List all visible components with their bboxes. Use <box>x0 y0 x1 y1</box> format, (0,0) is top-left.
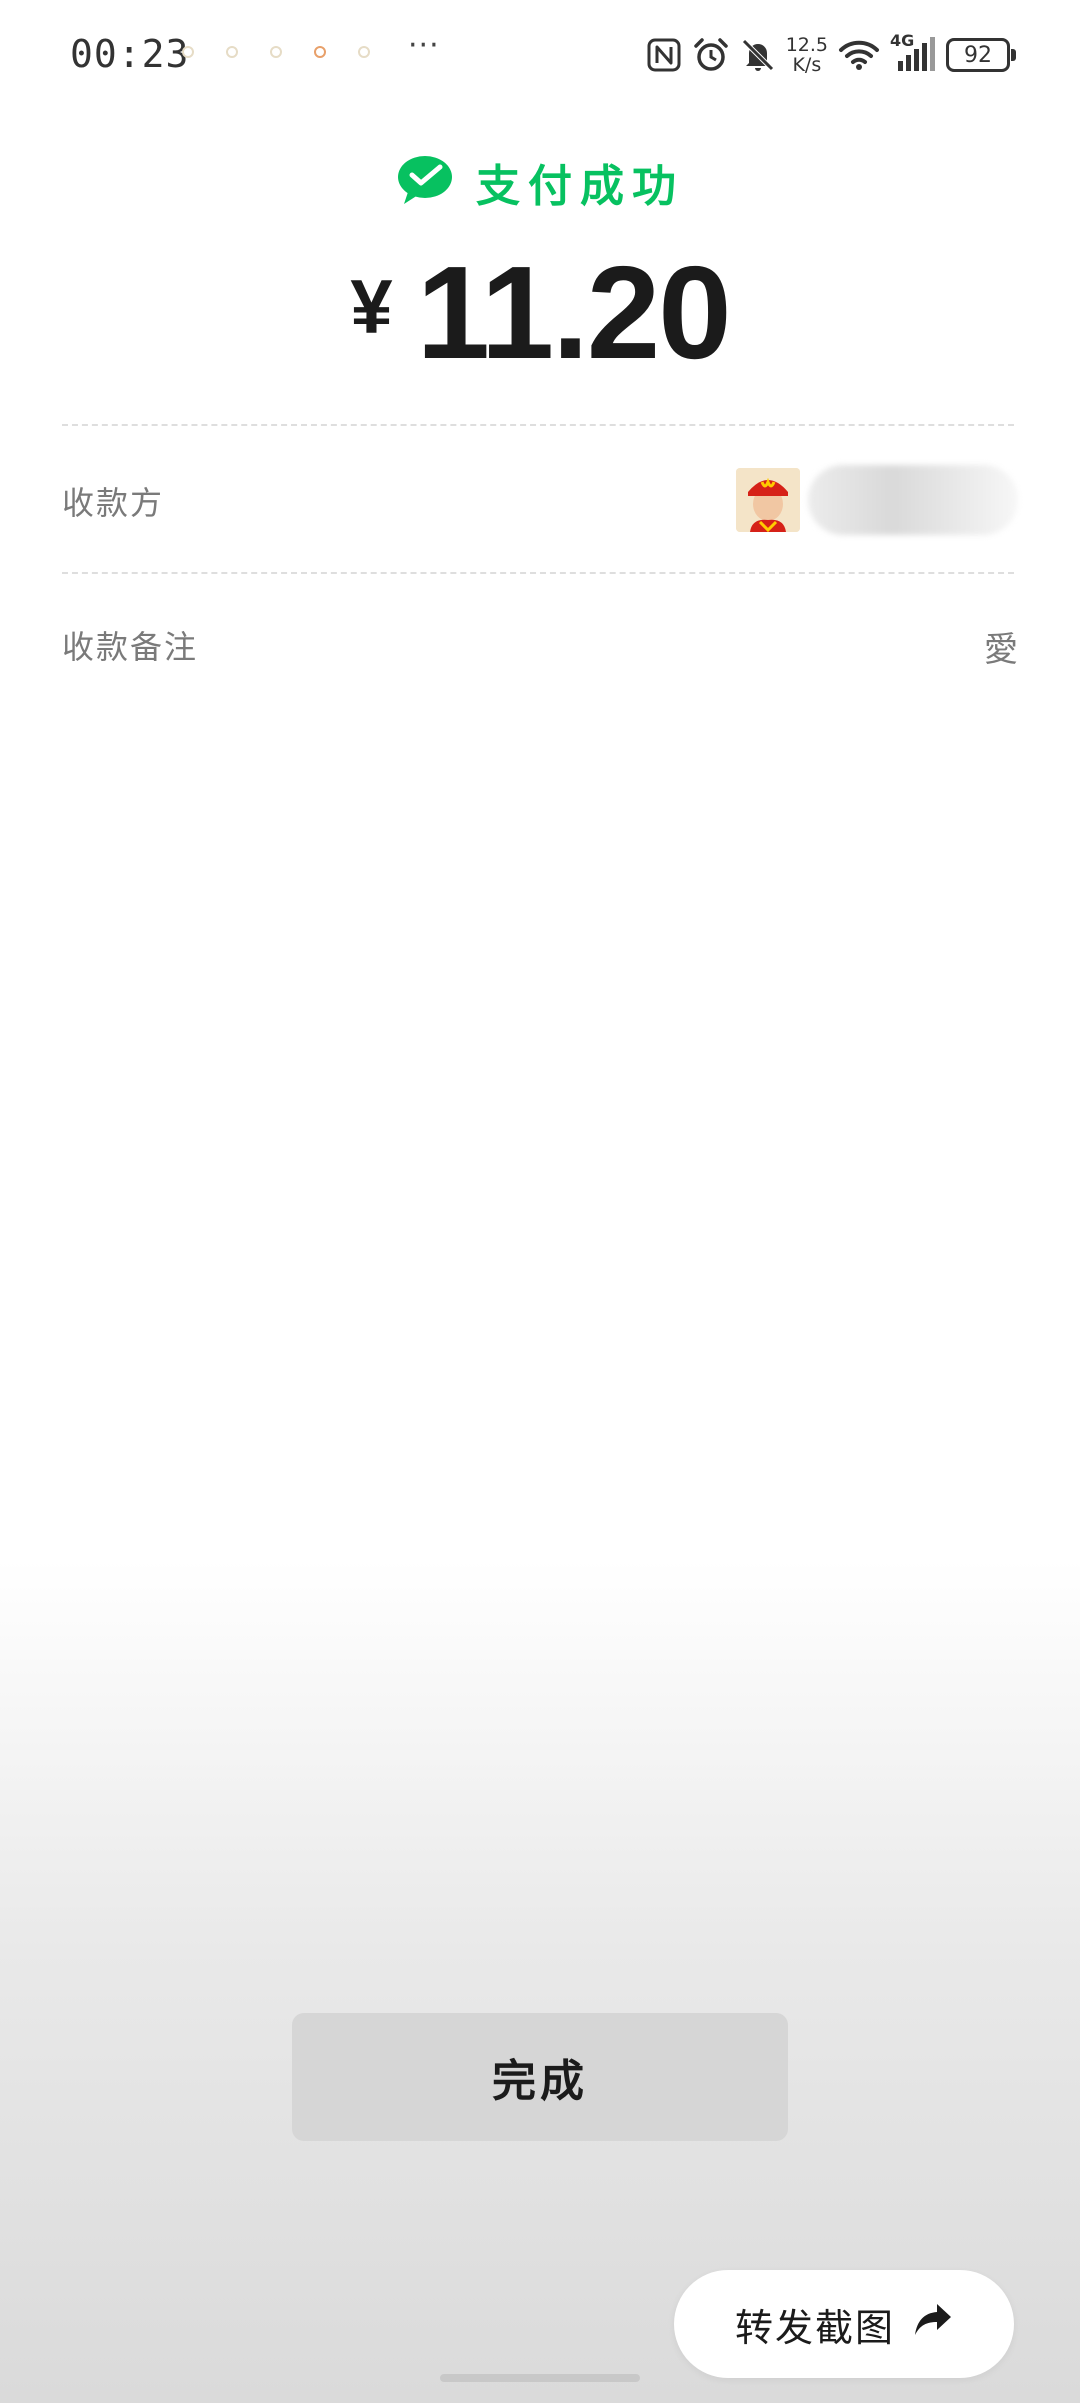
wechat-pay-icon <box>396 154 454 210</box>
payee-info[interactable] <box>736 465 1018 535</box>
success-title: 支付成功 <box>476 161 684 212</box>
status-bar: 00:23 ··· 12.5 K/s 4G 92 <box>0 0 1080 110</box>
done-button[interactable]: 完成 <box>292 2013 788 2141</box>
divider <box>62 424 1014 426</box>
net-speed: 12.5 K/s <box>786 35 828 75</box>
share-arrow-icon <box>913 2302 953 2347</box>
divider <box>62 572 1014 574</box>
payment-success-header: 支付成功 <box>0 150 1080 214</box>
status-icons: 12.5 K/s 4G 92 <box>646 30 1016 80</box>
more-notifications-icon: ··· <box>408 28 440 63</box>
currency-symbol: ¥ <box>350 265 393 350</box>
notification-dot-icon <box>314 46 326 58</box>
payee-avatar <box>736 468 800 532</box>
net-speed-unit: K/s <box>792 54 822 76</box>
payment-amount: ¥ 11.20 <box>0 238 1080 388</box>
notification-dot-icon <box>226 46 238 58</box>
wifi-icon <box>838 38 880 72</box>
notification-dot-icon <box>358 46 370 58</box>
notification-dot-icon <box>270 46 282 58</box>
note-value: 愛 <box>984 630 1018 670</box>
amount-value: 11.20 <box>416 239 732 386</box>
home-indicator[interactable] <box>440 2374 640 2382</box>
note-label: 收款备注 <box>62 628 199 666</box>
status-time: 00:23 <box>70 32 190 76</box>
battery-icon: 92 <box>946 38 1016 72</box>
network-type: 4G <box>890 31 915 50</box>
net-speed-value: 12.5 <box>785 34 828 56</box>
share-screenshot-button[interactable]: 转发截图 <box>674 2270 1014 2378</box>
battery-level: 92 <box>964 42 992 68</box>
payee-label: 收款方 <box>62 484 165 522</box>
payee-name-blurred <box>808 465 1018 535</box>
signal-icon: 4G <box>890 31 936 73</box>
notification-icons <box>182 46 370 58</box>
alarm-icon <box>692 36 730 74</box>
done-button-label: 完成 <box>492 2056 588 2107</box>
nfc-icon <box>646 37 682 73</box>
bell-off-icon <box>740 37 776 73</box>
notification-dot-icon <box>182 46 194 58</box>
share-button-label: 转发截图 <box>734 2305 895 2350</box>
